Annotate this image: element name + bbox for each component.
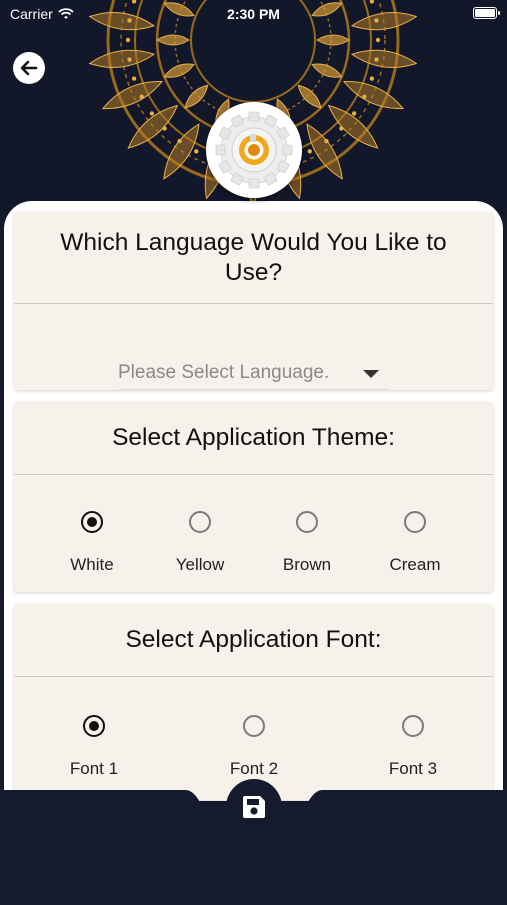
app-logo: [206, 102, 302, 198]
font-title: Select Application Font:: [125, 626, 382, 653]
back-button[interactable]: [13, 52, 45, 84]
font-option-3[interactable]: Font 3: [358, 714, 468, 778]
mandala-dot: [307, 149, 312, 154]
language-dropdown-placeholder: Please Select Language.: [118, 362, 330, 383]
font-label-2: Font 2: [229, 759, 279, 778]
mandala-dot: [177, 138, 182, 144]
mandala-dot: [374, 57, 379, 62]
font-option-2[interactable]: Font 2: [199, 714, 309, 778]
mandala-dot: [131, 76, 137, 81]
language-dropdown[interactable]: Please Select Language.: [118, 357, 389, 390]
theme-card: Select Application Theme: White Yellow B…: [14, 402, 493, 592]
theme-option-white[interactable]: White: [37, 510, 147, 574]
language-title: Which Language Would You Like to Use?: [60, 229, 447, 286]
theme-radio-yellow[interactable]: [189, 511, 211, 533]
language-dropdown-area: Please Select Language.: [14, 304, 493, 390]
caret-down-icon: [363, 370, 379, 378]
font-label-1: Font 1: [69, 759, 119, 778]
arrow-left-icon: [20, 60, 38, 76]
gear-tooth: [282, 144, 293, 156]
theme-divider: [14, 474, 493, 475]
theme-radio-white[interactable]: [81, 511, 103, 533]
status-time: 2:30 PM: [227, 6, 280, 22]
save-button[interactable]: [226, 779, 282, 835]
font-option-1[interactable]: Font 1: [39, 714, 149, 778]
mandala-dot: [149, 111, 155, 116]
gear-tooth: [215, 144, 226, 156]
theme-radio-brown[interactable]: [296, 511, 318, 533]
font-radio-1[interactable]: [83, 715, 105, 737]
mandala-dot: [351, 111, 357, 116]
theme-option-brown[interactable]: Brown: [252, 510, 362, 574]
theme-label-yellow: Yellow: [175, 555, 225, 574]
font-divider: [14, 676, 493, 677]
gear-tooth: [248, 111, 260, 122]
battery-icon: [473, 7, 500, 19]
font-card: Select Application Font: Font 1 Font 2 F…: [14, 604, 493, 800]
status-bar: Carrier 2:30 PM: [0, 0, 507, 26]
mandala-dot: [369, 76, 375, 81]
save-floppy-icon: [243, 796, 265, 818]
theme-label-white: White: [70, 555, 114, 574]
language-card: Which Language Would You Like to Use? Pl…: [14, 212, 493, 390]
theme-radio-cream[interactable]: [404, 511, 426, 533]
mandala-dot: [375, 37, 381, 43]
gear-tooth: [248, 178, 260, 189]
mandala-dot: [324, 138, 329, 144]
theme-option-yellow[interactable]: Yellow: [145, 510, 255, 574]
font-radio-2[interactable]: [243, 715, 265, 737]
mandala-dot: [362, 94, 367, 99]
mandala-dot: [162, 126, 167, 131]
mandala-dot: [339, 126, 344, 131]
font-label-3: Font 3: [388, 759, 438, 778]
theme-label-cream: Cream: [389, 555, 441, 574]
mandala-dot: [127, 57, 132, 62]
mandala-dot: [125, 37, 131, 43]
theme-option-cream[interactable]: Cream: [360, 510, 470, 574]
theme-label-brown: Brown: [282, 555, 332, 574]
app-logo-icon: [215, 111, 293, 189]
theme-title: Select Application Theme:: [112, 424, 395, 451]
font-radio-3[interactable]: [402, 715, 424, 737]
mandala-dot: [194, 149, 199, 154]
mandala-dot: [139, 94, 144, 99]
